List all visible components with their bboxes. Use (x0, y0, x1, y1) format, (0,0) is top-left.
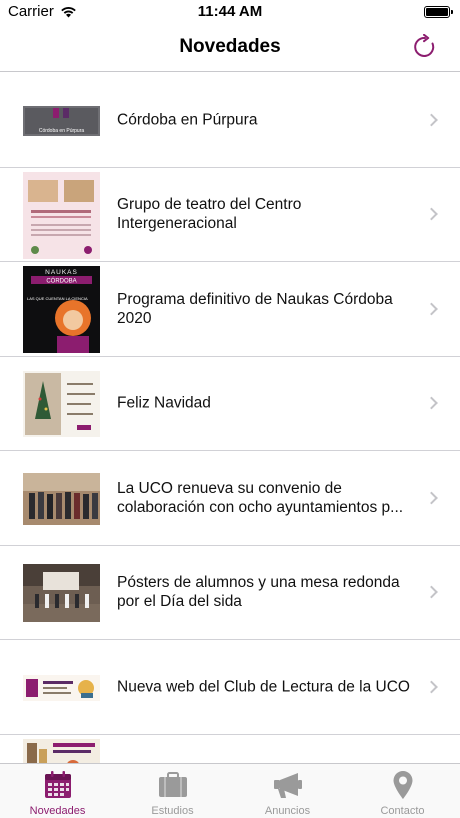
list-item[interactable] (0, 735, 460, 763)
battery-icon (424, 6, 453, 18)
thumbnail-image: Córdoba en Púrpura (23, 105, 100, 136)
thumbnail-image (23, 171, 100, 259)
thumbnail (23, 361, 100, 448)
navigation-bar: Novedades (0, 24, 460, 72)
tab-anuncios[interactable]: Anuncios (230, 764, 345, 818)
list-item[interactable]: La UCO renueva su convenio de colaboraci… (0, 451, 460, 546)
thumbnail-heading: NAUKAS (45, 269, 78, 276)
refresh-icon (414, 34, 435, 57)
chevron-right-icon (425, 207, 438, 221)
chevron-right-icon (425, 396, 438, 410)
chevron-right-icon (425, 113, 438, 127)
tab-label: Contacto (380, 805, 425, 817)
thumbnail (23, 455, 100, 542)
chevron-right-icon (425, 491, 438, 505)
thumbnail-caption: Córdoba en Púrpura (39, 128, 85, 134)
thumbnail-image (23, 674, 100, 701)
tab-estudios[interactable]: Estudios (115, 764, 230, 818)
tab-contacto[interactable]: Contacto (345, 764, 460, 818)
list-item[interactable]: Grupo de teatro del Centro Intergeneraci… (0, 168, 460, 262)
item-title: Programa definitivo de Naukas Córdoba 20… (117, 290, 393, 327)
list-item[interactable]: Feliz Navidad (0, 357, 460, 451)
thumbnail (23, 171, 100, 259)
tab-label: Novedades (29, 805, 86, 817)
list-item[interactable]: Córdoba en Púrpura Córdoba en Púrpura (0, 73, 460, 168)
clock: 11:44 AM (197, 3, 263, 20)
status-bar: Carrier 11:44 AM (0, 0, 460, 24)
item-title: Nueva web del Club de Lectura de la UCO (117, 678, 410, 696)
tab-label: Anuncios (264, 805, 311, 817)
thumbnail: Córdoba en Púrpura (23, 77, 100, 164)
calendar-icon (43, 770, 73, 800)
thumbnail-image (23, 564, 100, 622)
tab-label: Estudios (151, 805, 194, 817)
thumbnail-text: LAS QUE CUENTAN LA CIENCIA (27, 296, 88, 301)
chevron-right-icon (425, 680, 438, 694)
briefcase-icon (158, 770, 188, 800)
thumbnail-subheading: CÓRDOBA (46, 278, 76, 285)
location-pin-icon (388, 770, 418, 800)
list-item[interactable]: Nueva web del Club de Lectura de la UCO (0, 640, 460, 735)
news-list[interactable]: Córdoba en Púrpura Córdoba en Púrpura Gr… (0, 73, 460, 763)
thumbnail-image (23, 371, 100, 437)
list-item[interactable]: Pósters de alumnos y una mesa redonda po… (0, 546, 460, 640)
chevron-right-icon (425, 585, 438, 599)
item-title: Pósters de alumnos y una mesa redonda po… (117, 574, 400, 611)
thumbnail-image (23, 738, 100, 763)
tab-novedades[interactable]: Novedades (0, 764, 115, 818)
chevron-right-icon (425, 302, 438, 316)
thumbnail-image (23, 472, 100, 525)
page-title: Novedades (179, 36, 281, 57)
thumbnail: NAUKAS CÓRDOBA LAS QUE CUENTAN LA CIENCI… (23, 266, 100, 353)
list-item[interactable]: NAUKAS CÓRDOBA LAS QUE CUENTAN LA CIENCI… (0, 262, 460, 357)
refresh-button[interactable] (410, 32, 440, 62)
megaphone-icon (273, 770, 303, 800)
thumbnail (23, 644, 100, 731)
item-title: Córdoba en Púrpura (117, 111, 258, 129)
item-title: Grupo de teatro del Centro Intergeneraci… (117, 196, 302, 233)
thumbnail (23, 738, 100, 763)
thumbnail-image: NAUKAS CÓRDOBA LAS QUE CUENTAN LA CIENCI… (23, 266, 100, 353)
item-title: Feliz Navidad (117, 394, 211, 412)
item-title: La UCO renueva su convenio de colaboraci… (117, 479, 404, 516)
thumbnail (23, 550, 100, 637)
tab-bar: Novedades Estudios Anuncios Contacto (0, 763, 460, 818)
